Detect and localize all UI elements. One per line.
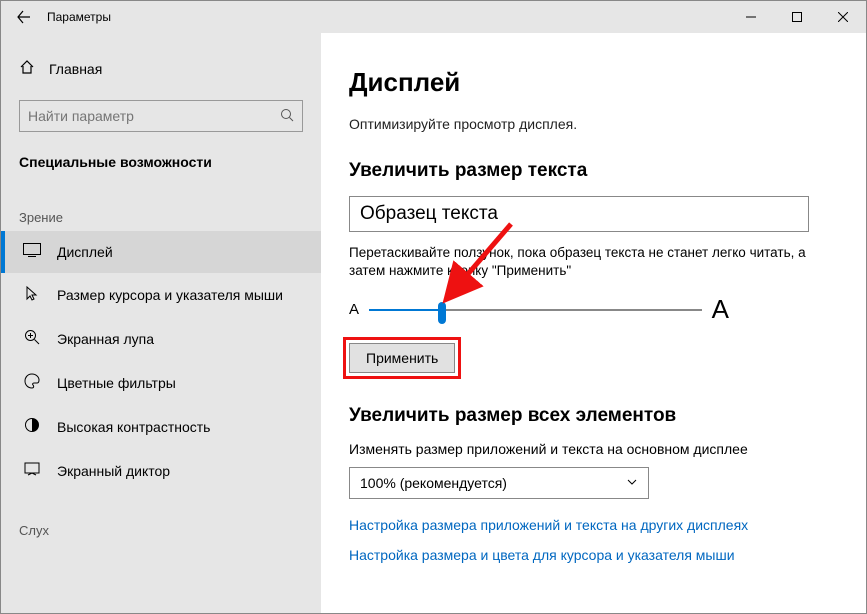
sidebar-item-cursor-size[interactable]: Размер курсора и указателя мыши xyxy=(1,273,321,317)
sample-text-box: Образец текста xyxy=(349,196,809,232)
content: Дисплей Оптимизируйте просмотр дисплея. … xyxy=(321,33,866,613)
sidebar-item-magnifier[interactable]: Экранная лупа xyxy=(1,317,321,361)
slider-min-label: A xyxy=(349,301,359,318)
sidebar-item-label: Размер курсора и указателя мыши xyxy=(57,287,283,303)
magnifier-icon xyxy=(23,329,41,349)
window-controls xyxy=(728,1,866,33)
chevron-down-icon xyxy=(626,475,638,491)
maximize-button[interactable] xyxy=(774,1,820,33)
apply-button[interactable]: Применить xyxy=(349,343,455,373)
close-button[interactable] xyxy=(820,1,866,33)
sidebar-item-label: Экранный диктор xyxy=(57,463,170,479)
sidebar: Главная Специальные возможности Зрение Д… xyxy=(1,33,321,613)
sidebar-item-color-filters[interactable]: Цветные фильтры xyxy=(1,361,321,405)
text-size-slider[interactable] xyxy=(369,300,702,320)
titlebar: Параметры xyxy=(1,1,866,33)
slider-thumb[interactable] xyxy=(438,302,446,324)
home-label: Главная xyxy=(49,61,102,77)
sidebar-item-label: Цветные фильтры xyxy=(57,375,176,391)
home-icon xyxy=(19,59,35,78)
all-elements-heading: Увеличить размер всех элементов xyxy=(349,405,838,427)
sidebar-item-label: Дисплей xyxy=(57,244,113,260)
slider-hint: Перетаскивайте ползунок, пока образец те… xyxy=(349,244,809,280)
cursor-icon xyxy=(23,285,41,305)
slider-track-fill xyxy=(369,309,442,311)
group-hearing-label: Слух xyxy=(1,493,321,544)
back-button[interactable] xyxy=(1,1,47,33)
slider-max-label: A xyxy=(712,294,729,325)
sidebar-item-display[interactable]: Дисплей xyxy=(1,231,321,273)
scale-dropdown[interactable]: 100% (рекомендуется) xyxy=(349,467,649,499)
contrast-icon xyxy=(23,417,41,437)
window-title: Параметры xyxy=(47,10,111,24)
page-subtitle: Оптимизируйте просмотр дисплея. xyxy=(349,116,838,132)
narrator-icon xyxy=(23,461,41,481)
sidebar-item-high-contrast[interactable]: Высокая контрастность xyxy=(1,405,321,449)
minimize-button[interactable] xyxy=(728,1,774,33)
scale-label: Изменять размер приложений и текста на о… xyxy=(349,441,838,457)
scale-dropdown-value: 100% (рекомендуется) xyxy=(360,475,507,491)
sidebar-item-label: Экранная лупа xyxy=(57,331,154,347)
home-link[interactable]: Главная xyxy=(1,51,321,86)
page-title: Дисплей xyxy=(349,67,838,98)
sidebar-item-label: Высокая контрастность xyxy=(57,419,210,435)
group-vision-label: Зрение xyxy=(1,180,321,231)
link-cursor-settings[interactable]: Настройка размера и цвета для курсора и … xyxy=(349,547,838,563)
text-size-heading: Увеличить размер текста xyxy=(349,160,838,182)
link-other-displays[interactable]: Настройка размера приложений и текста на… xyxy=(349,517,838,533)
text-size-slider-row: A A xyxy=(349,294,729,325)
display-icon xyxy=(23,243,41,261)
palette-icon xyxy=(23,373,41,393)
search-input[interactable] xyxy=(28,108,280,124)
back-arrow-icon xyxy=(17,10,31,24)
sidebar-item-narrator[interactable]: Экранный диктор xyxy=(1,449,321,493)
search-icon xyxy=(280,108,294,125)
sidebar-section-title: Специальные возможности xyxy=(1,132,321,180)
search-box[interactable] xyxy=(19,100,303,132)
